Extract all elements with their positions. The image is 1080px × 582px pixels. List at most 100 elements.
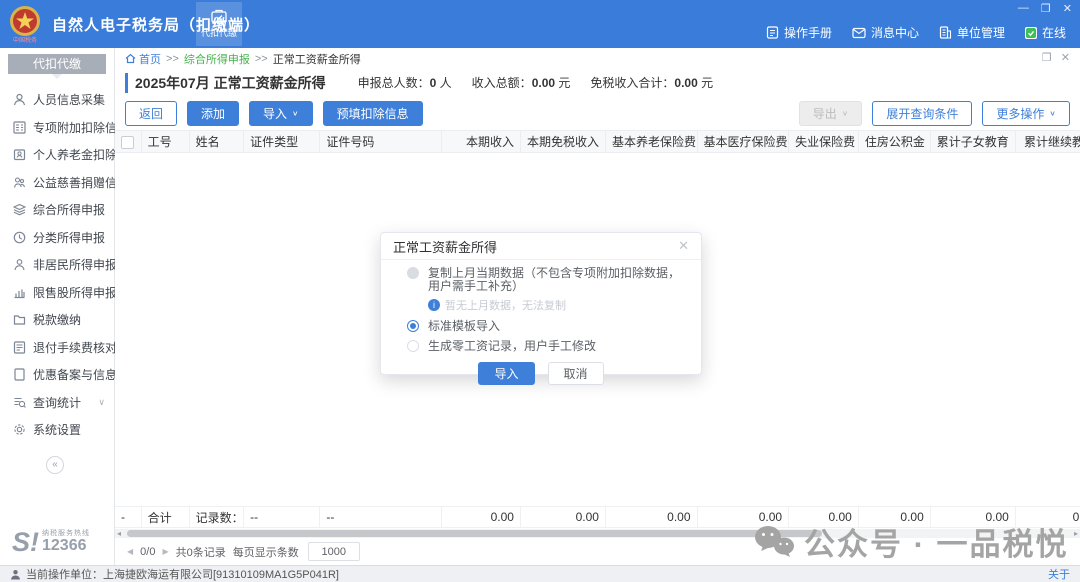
back-button[interactable]: 返回 [125,100,178,126]
breadcrumb-home[interactable]: 首页 [125,51,161,67]
chevron-down-icon: ∨ [841,108,849,117]
sidebar-item-label: 人员信息采集 [33,93,106,108]
summary-cell: -- [319,506,443,528]
option-standard-template[interactable]: 标准模板导入 [381,313,701,333]
content-close-icon[interactable]: ✕ [1061,51,1070,64]
menu-item-label: 在线 [1041,26,1066,40]
sidebar-item-tax-payment[interactable]: 税款缴纳 [0,306,114,334]
column-header[interactable]: 累计子女教育 [930,130,1016,153]
minimize-icon[interactable]: — [1018,2,1029,15]
per-page-input[interactable] [307,542,360,561]
sidebar-item-restricted-stock[interactable]: 限售股所得申报 [0,279,118,307]
column-header[interactable]: 基本医疗保险费 [697,130,790,153]
column-header[interactable]: 工号 [141,130,190,153]
column-header[interactable]: 累计继续教育 [1015,130,1080,153]
sidebar-item-label: 限售股所得申报 [33,285,118,300]
prev-page-icon[interactable]: ◀ [127,547,133,556]
data-table-header: 工号 姓名 证件类型 证件号码 本期收入 本期免税收入 基本养老保险费 基本医疗… [115,130,1080,153]
summary-value: 0.00 [441,506,521,528]
menu-item-org-management[interactable]: 单位管理 [939,24,1005,41]
hotline-logo: S! 纳税服务热线 12366 [12,527,90,557]
column-header[interactable]: 证件号码 [319,130,443,153]
people-icon [13,177,26,188]
sidebar-item-classified-income[interactable]: 分类所得申报 [0,224,114,252]
summary-dash: - [115,506,142,528]
content-maximize-icon[interactable]: ❐ [1042,51,1052,64]
top-menu: 操作手册 消息中心 单位管理 在线 [766,24,1066,41]
column-header[interactable]: 姓名 [189,130,245,153]
import-button[interactable]: 导入 ∨ [249,100,313,126]
column-header[interactable]: 失业保险费 [788,130,859,153]
sidebar-item-nonresident-income[interactable]: 非居民所得申报 [0,251,117,279]
sidebar-item-query-statistics[interactable]: 查询统计 ∨ [0,389,114,417]
app-window: 中国税务 自然人电子税务局（扣缴端） 代扣代缴 — ❐ ✕ 操作手册 消息中心 … [0,0,1080,582]
column-header[interactable]: 基本养老保险费 [605,130,698,153]
restore-icon[interactable]: ❐ [1041,2,1051,15]
sidebar-item-pension-deduction[interactable]: 个人养老金扣除管理 [0,141,141,169]
menu-item-manual[interactable]: 操作手册 [766,24,832,41]
column-header[interactable]: 本期收入 [441,130,521,153]
close-icon[interactable]: ✕ [1063,2,1072,15]
org-icon [939,26,952,39]
dialog-header: 正常工资薪金所得 ✕ [381,233,701,260]
column-header[interactable]: 证件类型 [243,130,321,153]
scrollbar-thumb[interactable] [127,530,822,537]
dialog-close-icon[interactable]: ✕ [678,238,689,254]
watermark-text: 公众号 · 一品税悦 [804,527,1069,562]
record-total: 共0条记录 [175,546,226,559]
sidebar-item-refund-fee-check[interactable]: 退付手续费核对 [0,334,117,362]
summary-value: 0.00 [520,506,606,528]
page-indicator: 0/0 [140,545,156,558]
sidebar-item-preferential-filing[interactable]: 优惠备案与信息报送 ∨ [0,361,141,389]
search-list-icon [14,397,26,408]
about-link[interactable]: 关于 [1048,566,1070,582]
dialog-import-button[interactable]: 导入 [478,362,535,385]
breadcrumb-level1[interactable]: 综合所得申报 [184,51,250,67]
sidebar-item-comprehensive-income[interactable]: 综合所得申报 [0,196,114,224]
table-header-wrap: 工号 姓名 证件类型 证件号码 本期收入 本期免税收入 基本养老保险费 基本医疗… [115,130,1080,153]
sidebar-item-system-settings[interactable]: 系统设置 [0,416,114,444]
sidebar-header: 代扣代缴 [8,54,106,79]
option-zero-salary[interactable]: 生成零工资记录，用户手工修改 [381,333,701,353]
sidebar-collapse-button[interactable]: « [46,455,64,474]
expand-query-button[interactable]: 展开查询条件 [872,100,973,126]
clock-icon [13,231,26,244]
radio-unselected [407,340,419,352]
summary-label: 合计 [141,506,190,528]
add-button[interactable]: 添加 [187,100,240,126]
next-page-icon[interactable]: ▶ [162,547,168,556]
summary-value: 0.00 [605,506,698,528]
salary-import-dialog: 正常工资薪金所得 ✕ 复制上月当期数据（不包含专项附加扣除数据，用户需手工补充）… [380,232,702,385]
wallet-icon [211,9,227,23]
menu-item-messages[interactable]: 消息中心 [852,24,919,41]
chart-icon [14,289,25,298]
radio-selected [407,320,419,332]
tab-daikoudaijiao[interactable]: 代扣代缴 [196,2,242,46]
column-header[interactable]: 本期免税收入 [520,130,606,153]
breadcrumb-home-label: 首页 [139,53,161,66]
dialog-cancel-button[interactable]: 取消 [547,362,604,385]
option-label: 复制上月当期数据（不包含专项附加扣除数据，用户需手工补充） [428,266,681,293]
tax-bureau-logo: 中国税务 [7,5,43,44]
hotline-mark: S! [12,527,39,557]
summary-cell: -- [243,506,321,528]
scroll-left-icon[interactable]: ◂ [117,529,121,538]
menu-item-online-status[interactable]: 在线 [1024,24,1066,41]
sidebar-item-special-deduction[interactable]: 专项附加扣除信息采集 [0,114,153,142]
prefill-deduction-button[interactable]: 预填扣除信息 [322,100,423,126]
option-copy-last-month[interactable]: 复制上月当期数据（不包含专项附加扣除数据，用户需手工补充） [381,260,701,293]
menu-item-label: 操作手册 [783,26,832,40]
menu-item-label: 单位管理 [956,26,1005,40]
more-actions-button[interactable]: 更多操作 ∨ [982,100,1070,126]
folder-icon [13,315,26,325]
window-controls: — ❐ ✕ [1018,2,1072,15]
export-button[interactable]: 导出 ∨ [798,100,863,126]
column-header[interactable]: 住房公积金 [858,130,931,153]
wechat-icon [755,525,794,557]
select-all-checkbox[interactable] [121,135,134,149]
sidebar-item-personnel-info[interactable]: 人员信息采集 [0,86,114,114]
chevron-down-icon: ∨ [292,108,299,117]
sidebar-item-charity-donation[interactable]: 公益慈善捐赠信息采集 [0,169,153,197]
status-bar: 当前操作单位：上海捷欧海运有限公司[91310109MA1G5P041R] 关于 [0,565,1080,582]
scroll-right-icon[interactable]: ▸ [1074,529,1078,538]
